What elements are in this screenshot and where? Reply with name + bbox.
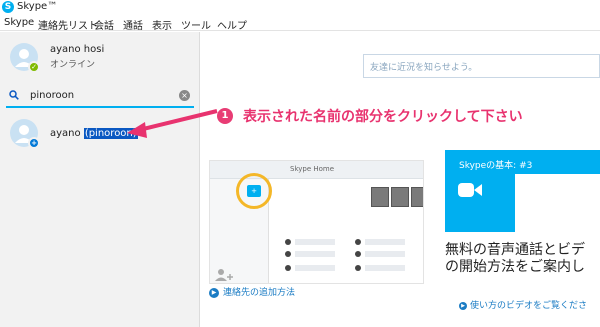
how-to-caption[interactable]: 連絡先の追加方法 <box>223 288 295 298</box>
tip-description-line1: 無料の音声通話とビデ <box>445 242 585 258</box>
play-icon: ▶ <box>459 301 467 310</box>
profile-avatar[interactable]: ✓ <box>10 43 40 73</box>
search-input[interactable]: pinoroon <box>30 90 74 101</box>
watch-video-text[interactable]: 使い方のビデオをご覧くださ <box>470 301 587 311</box>
contact-photo <box>391 187 409 207</box>
step-number-badge: 1 <box>217 108 233 124</box>
menu-conversation[interactable]: 会話 <box>94 17 114 32</box>
add-contact-badge-icon: + <box>28 137 40 149</box>
online-status-icon: ✓ <box>28 61 40 73</box>
list-dot <box>355 251 361 257</box>
menu-bar: Skype 連絡先リスト 会話 通話 表示 ツール ヘルプ <box>0 15 600 32</box>
add-contact-icon: + <box>247 185 261 197</box>
tip-image-area <box>515 174 600 232</box>
tip-description-line2: の開始方法をご案内し <box>445 259 585 275</box>
mood-message-field[interactable]: 友達に近況を知らせよう。 <box>363 54 600 78</box>
list-row <box>365 239 405 245</box>
list-dot <box>285 251 291 257</box>
tip-description: 無料の音声通話とビデ の開始方法をご案内し <box>445 242 600 276</box>
list-row <box>365 265 405 271</box>
list-dot <box>355 265 361 271</box>
mood-placeholder: 友達に近況を知らせよう。 <box>370 63 478 73</box>
contact-photo <box>411 187 423 207</box>
menu-contacts[interactable]: 連絡先リスト <box>38 17 98 32</box>
search-box[interactable]: pinoroon × <box>6 86 194 108</box>
add-person-icon[interactable] <box>214 268 234 282</box>
menu-call[interactable]: 通話 <box>123 17 143 32</box>
list-row <box>295 251 335 257</box>
menu-tools[interactable]: ツール <box>181 17 211 32</box>
title-bar: S Skype™ <box>0 0 600 14</box>
clear-search-icon[interactable]: × <box>179 90 190 101</box>
sidebar <box>0 32 200 327</box>
video-camera-icon <box>458 183 482 197</box>
contact-photo <box>371 187 389 207</box>
tip-label: Skypeの基本: #3 <box>459 161 533 171</box>
annotation-arrow-icon <box>127 109 218 138</box>
watch-video-link[interactable]: ▶ 使い方のビデオをご覧くださ <box>459 298 587 311</box>
profile-name[interactable]: ayano hosi <box>50 44 104 55</box>
skype-basics-card: Skypeの基本: #3 無料の音声通話とビデ の開始方法をご案内し ▶ 使い方の… <box>445 150 600 327</box>
how-to-add-contact-link[interactable]: ▶ 連絡先の追加方法 <box>209 285 295 298</box>
instruction-callout: 1 表示された名前の部分をクリックして下さい <box>213 104 600 128</box>
list-row <box>295 265 335 271</box>
profile-status[interactable]: オンライン <box>50 57 95 70</box>
tutorial-panel <box>268 179 423 283</box>
instruction-text: 表示された名前の部分をクリックして下さい <box>243 109 523 125</box>
list-dot <box>285 265 291 271</box>
list-dot <box>355 239 361 245</box>
contact-avatar: + <box>10 119 40 149</box>
menu-skype[interactable]: Skype <box>4 17 34 28</box>
play-icon: ▶ <box>209 287 219 298</box>
menu-view[interactable]: 表示 <box>152 17 172 32</box>
skype-logo-icon: S <box>2 1 14 13</box>
list-row <box>365 251 405 257</box>
search-icon <box>9 90 19 100</box>
list-row <box>295 239 335 245</box>
tutorial-thumbnail[interactable]: Skype Home + <box>209 160 424 284</box>
menu-help[interactable]: ヘルプ <box>217 17 247 32</box>
contact-name-prefix: ayano <box>50 128 84 139</box>
window-title: Skype™ <box>17 1 58 12</box>
list-dot <box>285 239 291 245</box>
tutorial-header-text: Skype Home <box>290 165 335 173</box>
